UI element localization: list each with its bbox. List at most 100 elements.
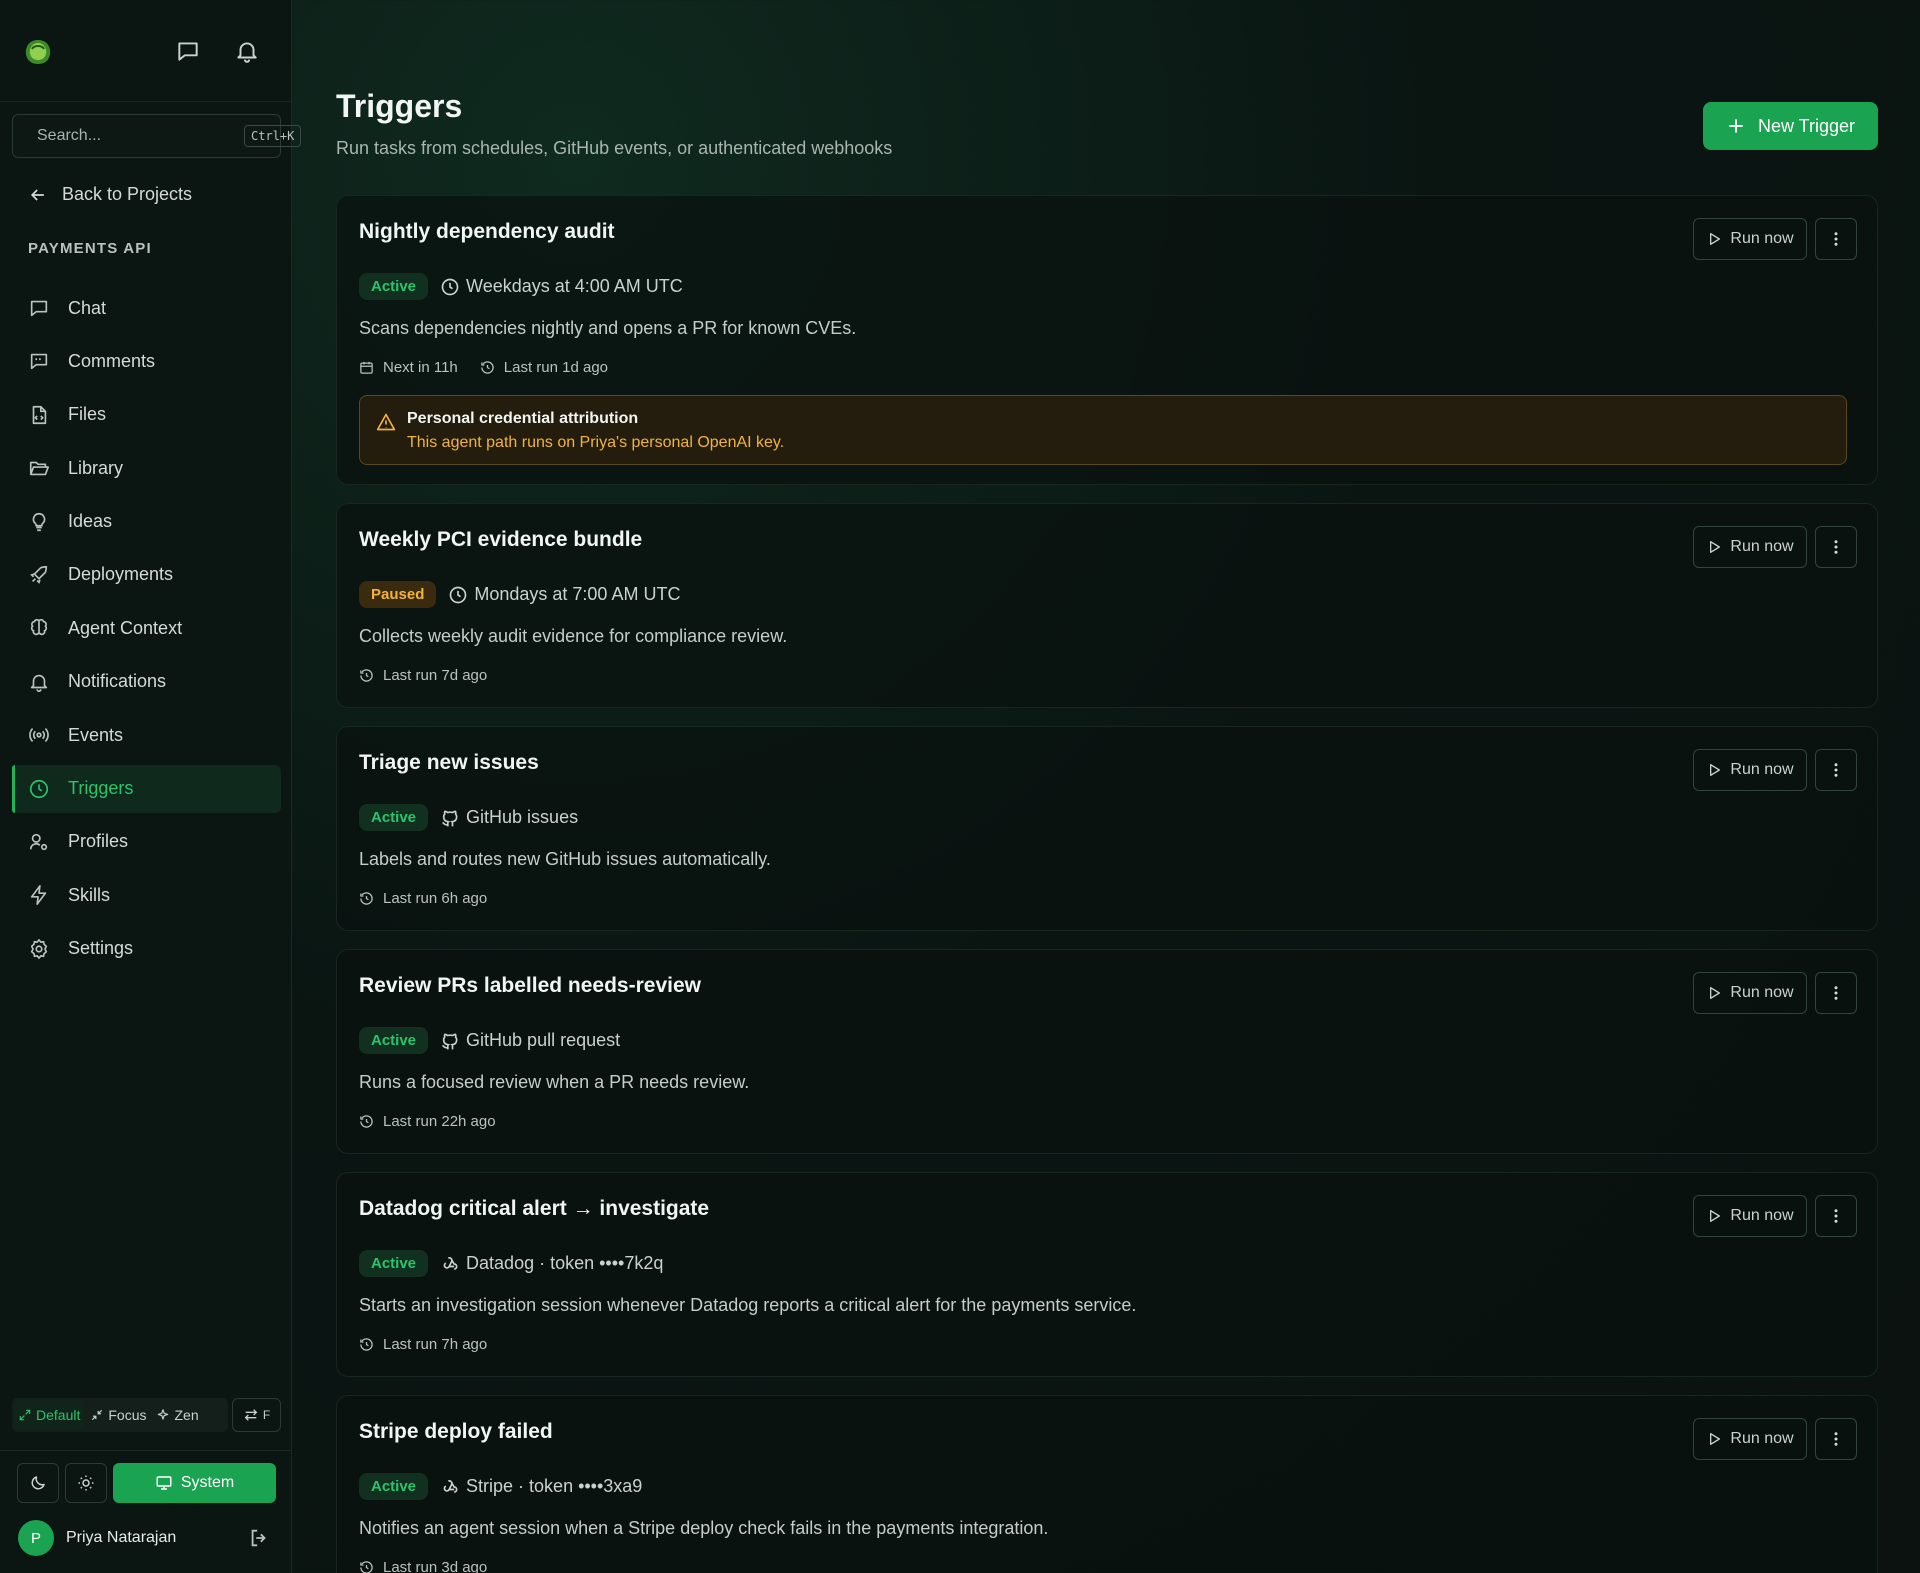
layout-mode-switcher: Default Focus Zen [12, 1398, 228, 1432]
trigger-title: Stripe deploy failed [359, 1420, 553, 1443]
more-vertical-icon [1834, 1432, 1838, 1446]
sidebar-item-label: Events [68, 724, 124, 745]
light-theme-button[interactable] [65, 1463, 107, 1503]
search-box[interactable]: Ctrl+K [12, 114, 302, 158]
status-badge: Paused [359, 581, 437, 608]
trigger-description: Notifies an agent session when a Stripe … [359, 1518, 1049, 1538]
mode-focus[interactable]: Focus [86, 1400, 150, 1430]
trigger-stats: Last run 7d ago [359, 667, 509, 684]
sidebar-item-label: Ideas [68, 511, 113, 532]
status-badge: Active [359, 1250, 429, 1277]
sun-icon [78, 1475, 94, 1491]
warning-title: Personal credential attribution [407, 410, 639, 427]
minimize-icon [92, 1409, 103, 1421]
gear-icon [30, 938, 48, 959]
more-options-button[interactable] [1815, 972, 1857, 1014]
run-now-button[interactable]: Run now [1693, 1418, 1807, 1460]
sidebar-item-comments[interactable]: Comments [12, 337, 281, 385]
trigger-source-text: Weekdays at 4:00 AM UTC [466, 276, 683, 296]
last-run-text: Last run 6h ago [383, 890, 488, 907]
swap-shortcut: F [262, 1408, 271, 1422]
run-now-button[interactable]: Run now [1693, 526, 1807, 568]
next-run: Next in 11h [359, 359, 458, 376]
more-options-button[interactable] [1815, 1195, 1857, 1237]
user-profile[interactable]: P Priya Natarajan [18, 1520, 176, 1556]
sidebar-item-triggers[interactable]: Triggers [12, 764, 281, 813]
trigger-stats: Last run 22h ago [359, 1113, 518, 1130]
mode-default[interactable]: Default [14, 1400, 85, 1430]
sidebar-item-events[interactable]: Events [12, 711, 281, 759]
run-now-label: Run now [1730, 984, 1794, 1001]
sidebar-item-deployments[interactable]: Deployments [12, 551, 281, 599]
sidebar-item-agent-context[interactable]: Agent Context [12, 604, 281, 652]
page-subtitle: Run tasks from schedules, GitHub events,… [336, 138, 893, 158]
sidebar-item-files[interactable]: Files [12, 391, 281, 439]
history-icon [360, 892, 373, 905]
sidebar-item-settings[interactable]: Settings [12, 925, 281, 973]
run-now-button[interactable]: Run now [1693, 218, 1807, 260]
more-options-button[interactable] [1815, 1418, 1857, 1460]
sidebar-item-skills[interactable]: Skills [12, 871, 281, 919]
sidebar-item-notifications[interactable]: Notifications [12, 658, 281, 706]
sidebar-item-label: Settings [68, 938, 134, 959]
bell-icon[interactable] [234, 38, 260, 64]
sidebar-divider [0, 1450, 292, 1451]
sidebar-item-label: Skills [68, 884, 111, 905]
search-shortcut: Ctrl+K [244, 125, 302, 147]
file-code-icon [32, 405, 47, 424]
page-title: Triggers [336, 88, 463, 124]
sidebar-item-profiles[interactable]: Profiles [12, 818, 281, 866]
system-theme-button[interactable]: System [113, 1463, 276, 1503]
bell-icon [30, 674, 48, 692]
trigger-source-text: GitHub issues [466, 807, 579, 827]
webhook-icon [443, 1256, 458, 1270]
more-options-button[interactable] [1815, 526, 1857, 568]
logo-icon[interactable] [22, 36, 54, 66]
trigger-source: GitHub pull request [440, 1030, 620, 1051]
more-vertical-icon [1834, 986, 1838, 1000]
trigger-meta: Active Stripe · token ••••3xa9 [359, 1473, 642, 1500]
more-options-button[interactable] [1815, 749, 1857, 791]
dark-theme-button[interactable] [17, 1463, 59, 1503]
broadcast-icon [29, 728, 49, 743]
chat-icon[interactable] [175, 38, 201, 64]
sidebar-item-label: Comments [68, 350, 156, 371]
sidebar-item-library[interactable]: Library [12, 444, 281, 492]
new-trigger-button[interactable]: New Trigger [1703, 102, 1878, 150]
logout-icon[interactable] [248, 1527, 270, 1549]
run-now-button[interactable]: Run now [1693, 1195, 1807, 1237]
trigger-card: Review PRs labelled needs-review Run now… [336, 949, 1878, 1154]
sidebar-header [0, 0, 291, 102]
trigger-source: Datadog · token ••••7k2q [440, 1253, 663, 1274]
trigger-meta: Active GitHub issues [359, 804, 578, 831]
mode-label: Focus [108, 1407, 147, 1423]
mode-zen[interactable]: Zen [152, 1400, 202, 1430]
back-to-projects-link[interactable]: Back to Projects [28, 184, 192, 205]
clock-icon [450, 586, 467, 603]
run-now-label: Run now [1730, 761, 1794, 778]
last-run: Last run 7d ago [359, 667, 487, 684]
trigger-meta: Active Weekdays at 4:00 AM UTC [359, 273, 683, 300]
search-input[interactable] [37, 127, 244, 145]
trigger-source: Mondays at 7:00 AM UTC [448, 584, 680, 605]
status-badge: Active [359, 1473, 429, 1500]
last-run-text: Last run 1d ago [503, 359, 609, 376]
clock-icon [441, 278, 459, 295]
last-run-text: Last run 22h ago [383, 1113, 496, 1130]
last-run-text: Last run 7d ago [383, 667, 488, 684]
run-now-button[interactable]: Run now [1693, 749, 1807, 791]
history-icon [360, 669, 373, 682]
history-icon [360, 1115, 373, 1128]
warning-banner: Personal credential attribution This age… [359, 395, 1847, 465]
run-now-button[interactable]: Run now [1693, 972, 1807, 1014]
sidebar-item-chat[interactable]: Chat [12, 284, 281, 332]
more-options-button[interactable] [1815, 218, 1857, 260]
webhook-icon [443, 1479, 458, 1493]
trigger-meta: Active Datadog · token ••••7k2q [359, 1250, 663, 1277]
history-icon [360, 1338, 373, 1351]
trigger-description: Collects weekly audit evidence for compl… [359, 626, 788, 646]
sidebar-nav: Chat Comments Files Library Ideas Deploy… [12, 284, 281, 978]
swap-layout-button[interactable]: F [232, 1398, 281, 1432]
sidebar-item-ideas[interactable]: Ideas [12, 498, 281, 546]
arrow-left-icon [30, 188, 44, 201]
